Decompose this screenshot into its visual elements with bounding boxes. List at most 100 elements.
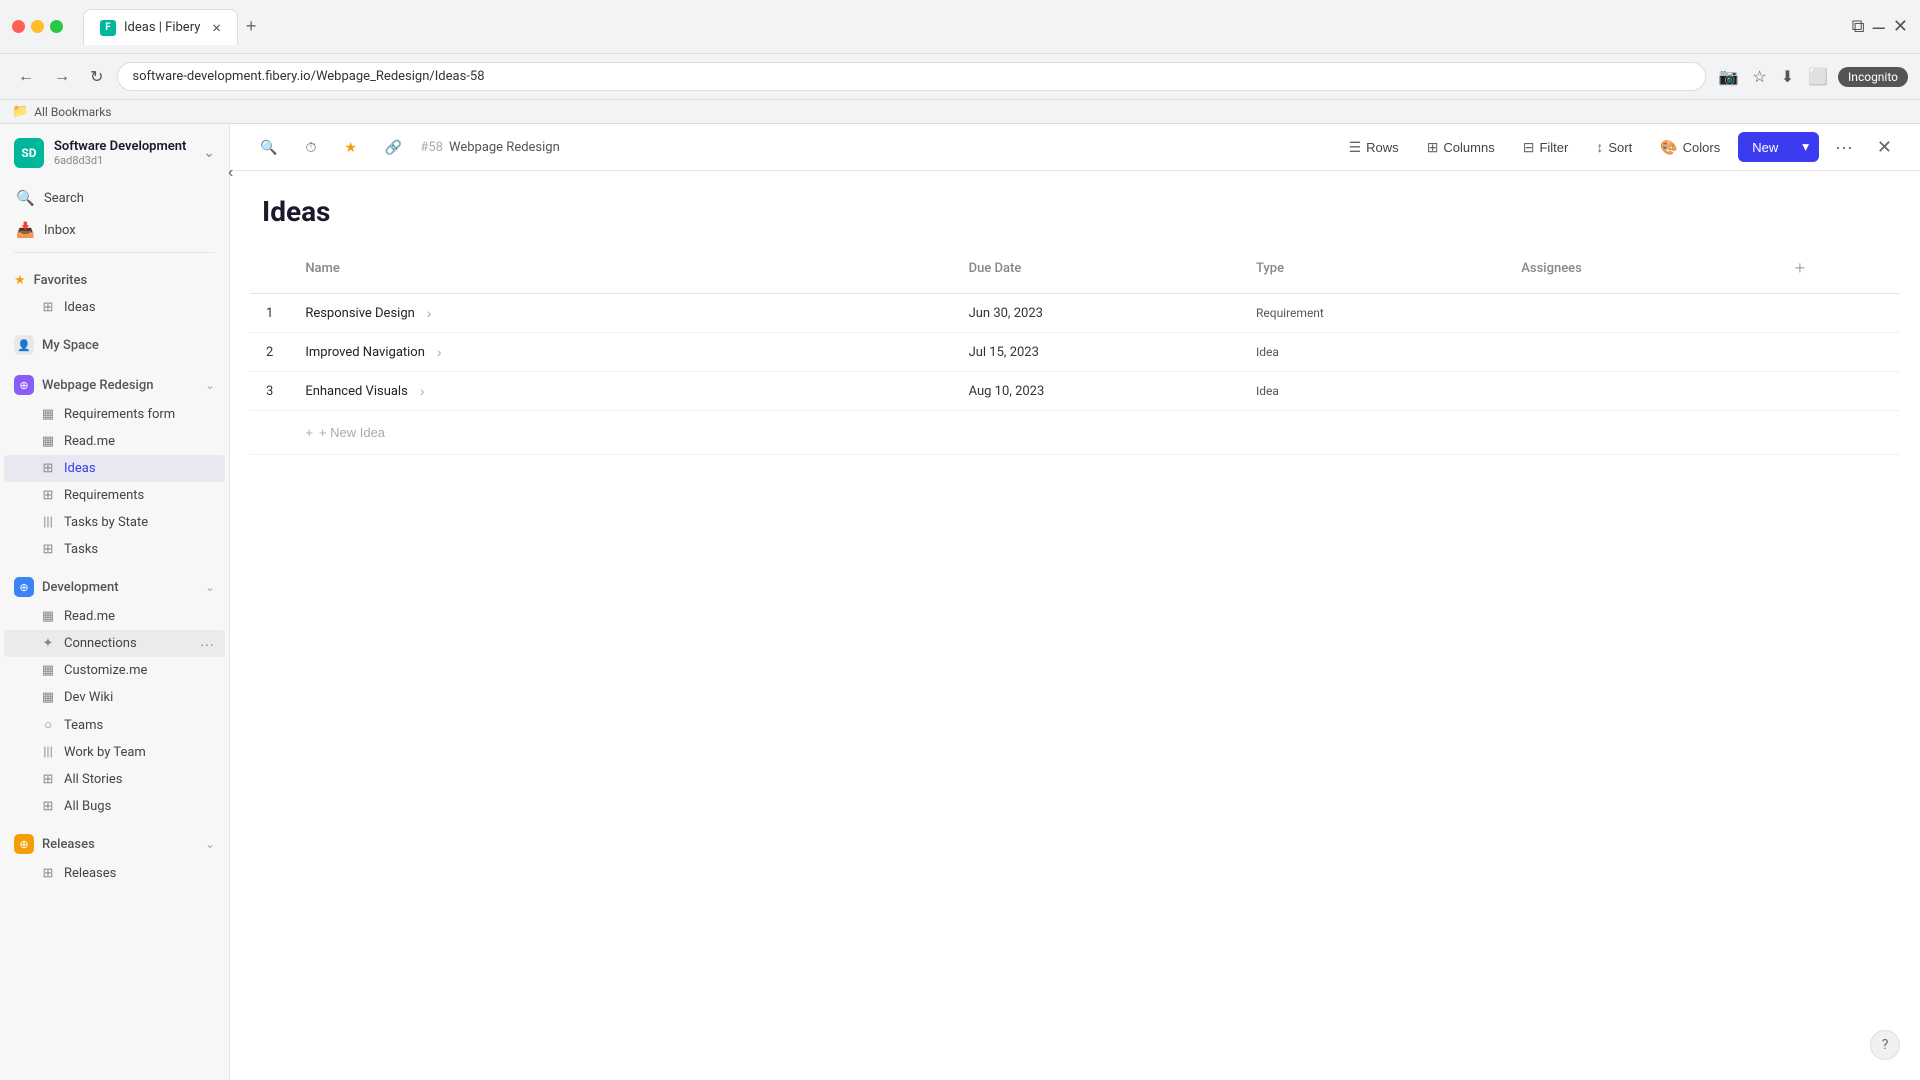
expand-btn-2[interactable]: › xyxy=(431,342,448,362)
colors-label: Colors xyxy=(1683,140,1721,155)
new-idea-btn[interactable]: + + New Idea xyxy=(305,421,385,444)
colors-btn[interactable]: 🎨 Colors xyxy=(1650,134,1730,161)
download-btn[interactable]: ⬇ xyxy=(1777,63,1798,91)
sidebar-item-work-by-team[interactable]: ||| Work by Team xyxy=(4,739,225,766)
workspace-info: Software Development 6ad8d3d1 xyxy=(54,139,193,167)
tab-title: Ideas | Fibery xyxy=(124,20,200,35)
add-column-btn[interactable]: + xyxy=(1787,254,1814,283)
sidebar-search[interactable]: 🔍 Search xyxy=(0,182,229,214)
columns-icon: ⊞ xyxy=(1427,139,1439,156)
row-name-3[interactable]: Enhanced Visuals xyxy=(305,384,408,399)
minimize-btn[interactable]: – xyxy=(1873,14,1885,40)
more-options-btn[interactable]: ··· xyxy=(197,635,217,653)
more-options-btn[interactable]: ··· xyxy=(1827,133,1861,162)
webpage-redesign-header[interactable]: ⊕ Webpage Redesign ⌄ xyxy=(0,369,229,401)
back-btn[interactable]: ← xyxy=(12,64,40,90)
row-name-cell: Responsive Design › xyxy=(289,294,952,333)
help-btn[interactable]: ? xyxy=(1870,1030,1900,1060)
columns-btn[interactable]: ⊞ Columns xyxy=(1417,134,1505,161)
workspace-id: 6ad8d3d1 xyxy=(54,154,193,167)
sidebar-item-label: All Stories xyxy=(64,772,122,787)
row-date-1: Jun 30, 2023 xyxy=(953,294,1240,333)
sidebar-item-all-stories[interactable]: ⊞ All Stories xyxy=(4,766,225,793)
history-btn[interactable]: ⏱ xyxy=(295,134,326,161)
sidebar-item-label: Work by Team xyxy=(64,745,146,760)
sidebar-item-tasks-by-state[interactable]: ||| Tasks by State xyxy=(4,509,225,536)
tab-bar: F Ideas | Fibery × + xyxy=(71,8,276,45)
close-btn-chrome[interactable]: ✕ xyxy=(1893,16,1908,37)
row-name-1[interactable]: Responsive Design xyxy=(305,306,414,321)
maximize-window-btn[interactable] xyxy=(50,20,63,33)
sidebar-item-dev-readme[interactable]: ▦ Read.me xyxy=(4,603,225,630)
tab-close-btn[interactable]: × xyxy=(212,18,221,37)
sidebar-item-releases[interactable]: ⊞ Releases xyxy=(4,860,225,887)
sidebar-item-customize[interactable]: ▦ Customize.me xyxy=(4,657,225,684)
row-type-3: Idea xyxy=(1240,372,1505,411)
cast-btn[interactable]: 📷 xyxy=(1714,63,1742,91)
palette-icon: 🎨 xyxy=(1660,139,1677,156)
incognito-badge[interactable]: Incognito xyxy=(1838,67,1908,87)
sidebar-item-connections[interactable]: ✦ Connections ··· xyxy=(4,630,225,657)
workspace-chevron-icon: ⌄ xyxy=(203,145,215,161)
main-content: 🔍 ⏱ ★ 🔗 #58 Webpage Redesign ☰ Rows ⊞ xyxy=(230,124,1920,1080)
development-header[interactable]: ⊕ Development ⌄ xyxy=(0,571,229,603)
expand-btn-1[interactable]: › xyxy=(421,303,438,323)
app: SD Software Development 6ad8d3d1 ⌄ 🔍 Sea… xyxy=(0,124,1920,1080)
expand-btn-3[interactable]: › xyxy=(414,381,431,401)
inbox-label: Inbox xyxy=(44,223,76,238)
sidebar-item-favorites-ideas[interactable]: ⊞ Ideas xyxy=(4,294,225,321)
collapse-icon: ⌄ xyxy=(205,837,215,851)
link-btn[interactable]: 🔗 xyxy=(375,134,412,161)
new-tab-btn[interactable]: + xyxy=(238,8,265,45)
minimize-window-btn[interactable] xyxy=(31,20,44,33)
rows-btn[interactable]: ☰ Rows xyxy=(1339,134,1409,161)
sidebar-item-requirements[interactable]: ⊞ Requirements xyxy=(4,482,225,509)
workspace-header[interactable]: SD Software Development 6ad8d3d1 ⌄ xyxy=(0,124,229,182)
row-name-2[interactable]: Improved Navigation xyxy=(305,345,425,360)
bookmark-btn[interactable]: ☆ xyxy=(1748,63,1770,91)
close-panel-btn[interactable]: ✕ xyxy=(1869,133,1900,162)
sidebar-item-readme[interactable]: ▦ Read.me xyxy=(4,428,225,455)
window-controls xyxy=(12,20,63,33)
star-btn[interactable]: ★ xyxy=(334,134,367,161)
sidebar-item-teams[interactable]: ○ Teams xyxy=(4,711,225,739)
sidebar-item-dev-wiki[interactable]: ▦ Dev Wiki xyxy=(4,684,225,711)
content-header: Ideas xyxy=(230,171,1920,244)
ideas-table: Name Due Date Type Assignees xyxy=(250,244,1900,455)
refresh-btn[interactable]: ↻ xyxy=(84,63,109,91)
webpage-redesign-icon: ⊕ xyxy=(14,375,34,395)
columns-label: Columns xyxy=(1443,140,1494,155)
extension-btn[interactable]: ⬜ xyxy=(1804,63,1832,91)
sidebar-item-label: Teams xyxy=(64,718,103,733)
sidebar-item-ideas[interactable]: ⊞ Ideas xyxy=(4,455,225,482)
bookmarks-label: All Bookmarks xyxy=(34,105,111,119)
forward-btn[interactable]: → xyxy=(48,64,76,90)
sidebar-item-actions: ··· xyxy=(197,635,217,653)
breadcrumb-name[interactable]: Webpage Redesign xyxy=(449,140,560,155)
releases-header[interactable]: ⊕ Releases ⌄ xyxy=(0,828,229,860)
favorites-header[interactable]: ★ Favorites xyxy=(0,267,229,294)
collapse-sidebar-btn[interactable]: ‹ xyxy=(230,160,241,186)
sidebar-item-label: Requirements form xyxy=(64,407,175,422)
close-window-btn[interactable] xyxy=(12,20,25,33)
search-label: Search xyxy=(44,191,84,206)
sidebar-item-requirements-form[interactable]: ▦ Requirements form xyxy=(4,401,225,428)
search-toolbar-btn[interactable]: 🔍 xyxy=(250,134,287,161)
sort-btn[interactable]: ↕ Sort xyxy=(1586,134,1642,160)
active-tab[interactable]: F Ideas | Fibery × xyxy=(83,9,238,45)
my-space-header[interactable]: 👤 My Space xyxy=(0,329,229,361)
doc-icon: ▦ xyxy=(40,434,56,449)
sidebar-inbox[interactable]: 📥 Inbox xyxy=(0,214,229,246)
restore-btn[interactable]: ⧉ xyxy=(1852,16,1865,37)
sidebar-item-all-bugs[interactable]: ⊞ All Bugs xyxy=(4,793,225,820)
bookmarks-bar: 📁 All Bookmarks xyxy=(0,99,1920,123)
sidebar-item-tasks[interactable]: ⊞ Tasks xyxy=(4,536,225,563)
new-btn[interactable]: New xyxy=(1738,133,1792,162)
releases-section: ⊕ Releases ⌄ ⊞ Releases xyxy=(0,828,229,887)
address-bar[interactable]: software-development.fibery.io/Webpage_R… xyxy=(117,62,1706,91)
workspace-avatar: SD xyxy=(14,138,44,168)
new-btn-dropdown[interactable]: ▾ xyxy=(1792,132,1819,162)
row-extra-3 xyxy=(1771,372,1900,411)
sidebar-item-label: Read.me xyxy=(64,609,115,624)
filter-btn[interactable]: ⊟ Filter xyxy=(1513,134,1579,161)
